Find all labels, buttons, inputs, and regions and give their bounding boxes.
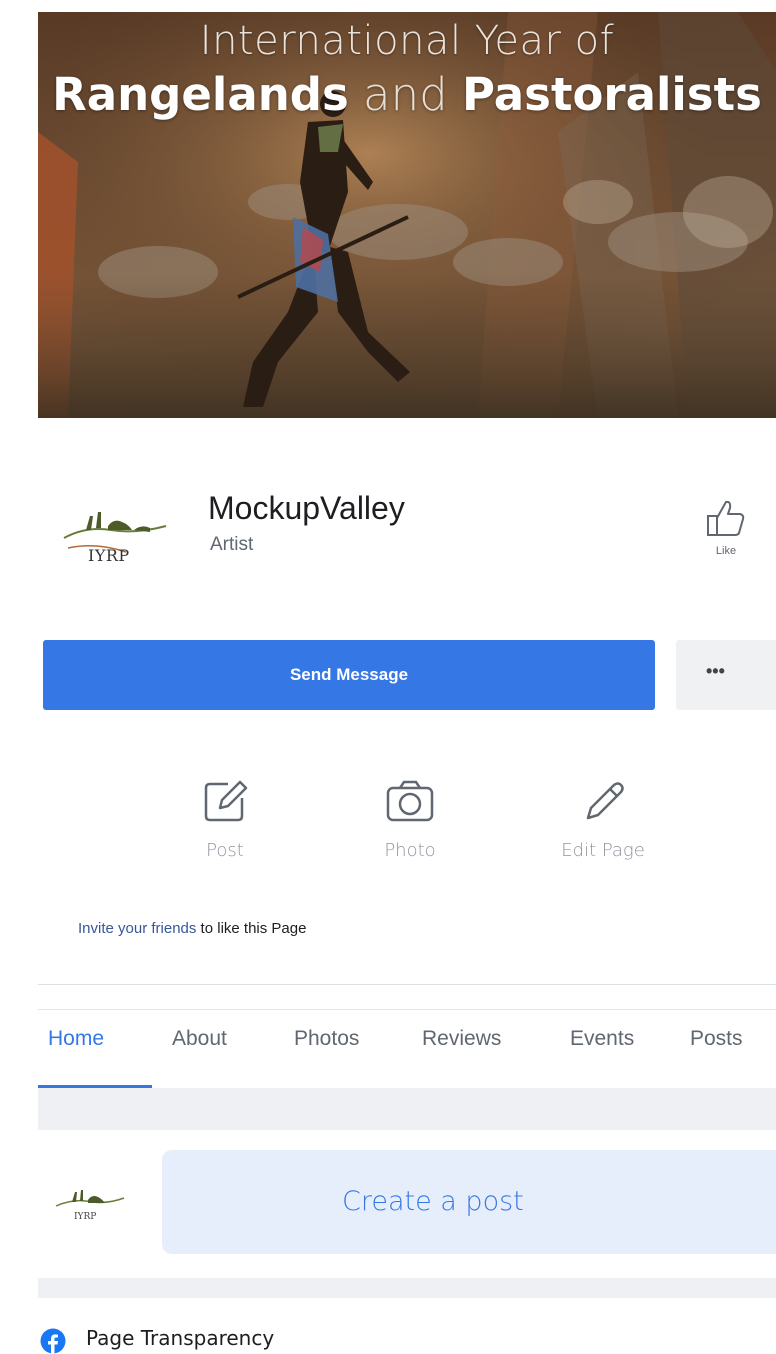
tab-reviews[interactable]: Reviews [422,1027,501,1051]
thumbs-up-icon [707,500,745,536]
cover-title-word: Pastoralists [462,68,762,121]
send-message-button[interactable]: Send Message [43,640,655,710]
like-button[interactable]: Like [696,498,756,578]
page-tabs: Home About Photos Reviews Events Posts [38,984,776,1089]
facebook-icon [40,1328,66,1354]
pencil-icon [586,782,624,820]
page-avatar[interactable]: IYRP [56,486,176,576]
cover-title-line1: International Year of [199,18,615,64]
avatar-text: IYRP [88,546,130,565]
tab-home[interactable]: Home [48,1027,104,1051]
tab-photos[interactable]: Photos [294,1027,359,1051]
composer-avatar: IYRP [52,1172,128,1232]
page-name[interactable]: MockupValley [208,490,405,527]
post-icon [204,780,248,822]
page-header: IYRP MockupValley Artist Like Send Messa… [38,418,776,1010]
invite-friends-text: to like this Page [196,920,307,937]
page-transparency-section[interactable]: Page Transparency [38,1298,776,1354]
edit-page-action-label: Edit Page [561,840,645,861]
create-post-input[interactable]: Create a post [162,1150,776,1254]
invite-friends: Invite your friends to like this Page [78,920,306,937]
cover-photo[interactable]: International Year of Rangelands and Pas… [38,12,776,418]
section-divider [38,1088,776,1130]
tab-about[interactable]: About [172,1027,227,1051]
page-transparency-label: Page Transparency [86,1326,275,1350]
page-category: Artist [210,534,254,555]
photo-action-label: Photo [384,840,436,861]
post-composer: IYRP Create a post [38,1130,776,1278]
tab-events[interactable]: Events [570,1027,634,1051]
facebook-page: International Year of Rangelands and Pas… [38,12,776,1354]
like-label: Like [715,545,737,557]
more-options-button[interactable]: ••• [676,640,776,710]
cover-title-word: and [363,68,448,121]
cover-title-word: Rangelands [52,68,349,121]
section-divider [38,1278,776,1298]
tab-posts[interactable]: Posts [690,1027,743,1051]
edit-page-action[interactable]: Edit Page [538,776,668,861]
cover-title-line2: Rangelands and Pastoralists [38,68,776,121]
photo-action[interactable]: Photo [345,776,475,861]
invite-friends-link[interactable]: Invite your friends [78,920,196,937]
camera-icon [386,780,434,822]
composer-avatar-text: IYRP [74,1212,97,1222]
iyrp-logo-icon [55,1190,125,1207]
post-action-label: Post [206,840,244,861]
post-action[interactable]: Post [160,776,290,861]
